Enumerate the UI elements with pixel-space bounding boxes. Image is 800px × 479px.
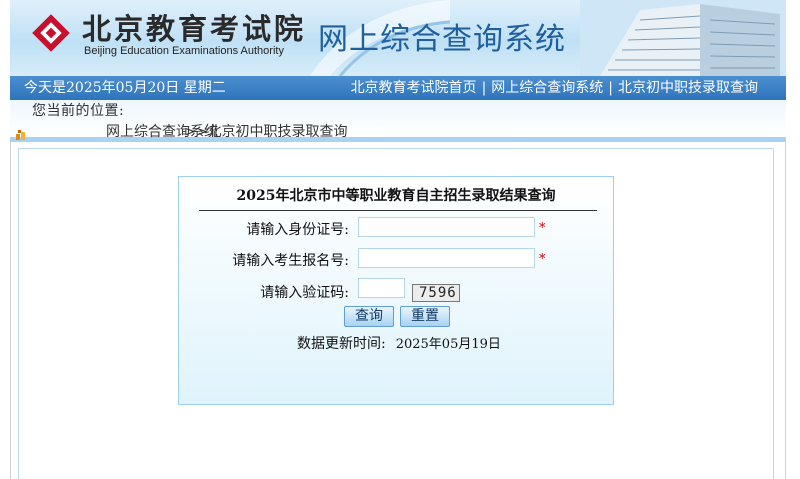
location-marker-icon [16,130,25,140]
breadcrumb-current: >>北京初中职技录取查询 [184,124,348,140]
link-separator: | [608,80,613,96]
captcha-input[interactable] [358,278,405,298]
institution-logo-icon [32,14,70,52]
site-title: 网上综合查询系统 [318,22,566,57]
captcha-code: 7596 [419,285,457,301]
id-number-label: 请输入身份证号: [246,222,349,238]
link-vocational-admission-query[interactable]: 北京初中职技录取查询 [618,80,758,96]
building-image-icon [580,0,786,76]
update-time-label: 数据更新时间: [297,336,386,352]
logo-english-name: Beijing Education Examinations Authority [84,45,284,57]
required-mark: * [539,252,546,267]
id-number-input[interactable] [358,217,535,237]
page-left-border [10,142,11,479]
update-time-value: 2025年05月19日 [395,337,501,352]
link-separator: | [481,80,487,96]
breadcrumb: 您当前的位置: 网上综合查询系统 >>北京初中职技录取查询 [10,100,786,142]
breadcrumb-label: 您当前的位置: [32,103,125,119]
captcha-label: 请输入验证码: [260,285,349,301]
registration-number-input[interactable] [358,248,535,268]
top-links: 北京教育考试院首页 | 网上综合查询系统 | 北京初中职技录取查询 [351,76,758,100]
link-query-system[interactable]: 网上综合查询系统 [491,80,603,96]
registration-number-label: 请输入考生报名号: [232,253,349,269]
query-title: 2025年北京市中等职业教育自主招生录取结果查询 [236,188,556,204]
captcha-image[interactable]: 7596 [412,284,460,302]
title-divider [199,210,597,211]
reset-button[interactable]: 重置 [400,306,450,327]
top-navigation-bar: 今天是2025年05月20日 星期二 北京教育考试院首页 | 网上综合查询系统 | 北京… [10,76,786,100]
required-mark: * [539,221,546,236]
search-button[interactable]: 查询 [344,306,394,327]
header-banner: 北京教育考试院 Beijing Education Examinations A… [10,0,786,76]
logo-chinese-name: 北京教育考试院 [82,12,307,46]
current-date: 今天是2025年05月20日 星期二 [24,80,226,96]
page-right-border [785,142,786,479]
admission-query-form: 2025年北京市中等职业教育自主招生录取结果查询 请输入身份证号: * 请输入考… [178,176,614,405]
link-exam-authority-home[interactable]: 北京教育考试院首页 [351,80,477,96]
data-update-time: 数据更新时间: 2025年05月19日 [297,333,501,353]
